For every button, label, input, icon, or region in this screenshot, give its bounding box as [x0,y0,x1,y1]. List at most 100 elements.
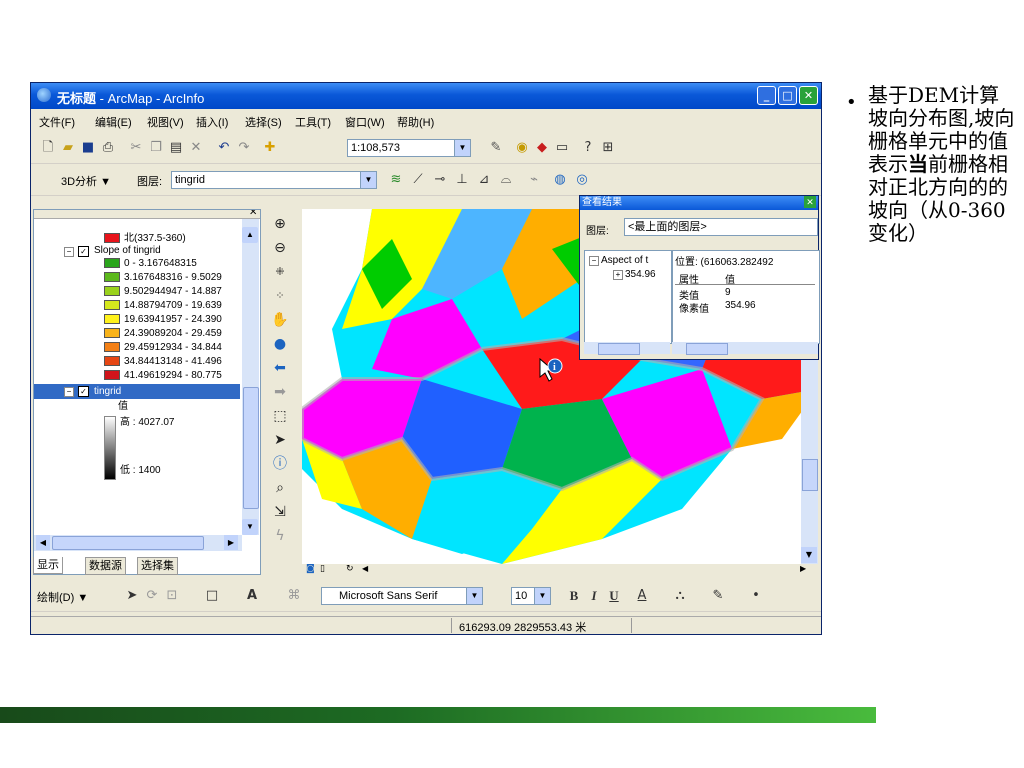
scroll-left-icon[interactable]: ◀ [36,535,50,550]
steepest-path-icon[interactable]: ⟋ [409,171,427,189]
interpolate-polygon-icon[interactable]: ⌓ [497,171,515,189]
font-color-icon[interactable]: A [633,587,651,605]
arctoolbox-icon[interactable]: ◆ [533,139,551,157]
zoom-to-selected-icon[interactable]: ⊡ [163,587,181,605]
menu-window[interactable]: 窗口(W) [345,114,385,130]
back-icon[interactable]: ⬅ [269,357,291,379]
arccatalog-icon[interactable]: ◉ [513,139,531,157]
identify-icon[interactable]: ⓘ [269,453,291,475]
undo-icon[interactable]: ↶ [215,139,233,157]
scroll-thumb[interactable] [52,536,204,550]
layer-combo[interactable]: tingrid ▼ [171,171,377,189]
layer-select[interactable]: <最上面的图层> [624,218,818,236]
chevron-down-icon[interactable]: ▼ [466,588,482,604]
menu-help[interactable]: 帮助(H) [397,114,434,130]
interpolate-line-icon[interactable]: ⊿ [475,171,493,189]
toc-vertical-scrollbar[interactable]: ▲ ▼ [242,219,259,535]
line-color-icon[interactable]: ✎ [709,587,727,605]
zoom-in-plus-icon[interactable]: ⊞ [599,139,617,157]
popup-title[interactable]: 查看结果 [580,196,818,210]
zoom-in-icon[interactable]: ⊕ [269,213,291,235]
select-elements-icon[interactable]: ➤ [123,587,141,605]
zoom-out-icon[interactable]: ⊖ [269,237,291,259]
scale-combo[interactable]: 1:108,573 ▼ [347,139,471,157]
bold-button[interactable]: B [565,587,583,605]
minimize-button[interactable]: _ [757,86,776,105]
layout-view-icon[interactable]: ▯ [320,564,325,574]
menu-view[interactable]: 视图(V) [147,114,184,130]
tree-scrollbar[interactable] [584,342,670,355]
find-icon[interactable]: ⌕ [269,477,291,499]
new-icon[interactable]: 🗋 [39,139,57,157]
draw-menu[interactable]: 绘制(D) ▼ [37,589,88,605]
collapse-icon[interactable]: − [589,256,599,266]
contour-icon[interactable]: ≋ [387,171,405,189]
italic-button[interactable]: I [585,587,603,605]
pan-icon[interactable]: ✋ [269,309,291,331]
text-icon[interactable]: A [243,587,261,605]
collapse-icon[interactable]: − [64,387,74,397]
tree-child[interactable]: 354.96 [625,269,656,280]
fill-color-icon[interactable]: ⛬ [671,587,689,605]
command-line-icon[interactable]: ▭ [553,139,571,157]
select-elements-icon[interactable]: ➤ [269,429,291,451]
layer-checkbox[interactable]: ✓ [78,246,89,257]
layer-name[interactable]: tingrid [94,385,121,398]
profile-graph-icon[interactable]: ⌁ [525,171,543,189]
whats-this-icon[interactable]: ? [579,139,597,157]
tab-selection[interactable]: 选择集 [137,557,178,575]
menu-select[interactable]: 选择(S) [245,114,282,130]
menu-tools[interactable]: 工具(T) [295,114,331,130]
tree-item[interactable]: Aspect of t [601,255,648,266]
menu-file[interactable]: 文件(F) [39,114,75,130]
attributes-scrollbar[interactable] [672,342,818,355]
line-of-sight-icon[interactable]: ⊸ [431,171,449,189]
interpolate-point-icon[interactable]: ⊥ [453,171,471,189]
scroll-down-icon[interactable]: ▼ [242,519,258,535]
tab-display[interactable]: 显示 [33,557,63,574]
fixed-zoom-in-icon[interactable]: ⁜ [269,261,291,283]
expand-icon[interactable]: + [613,270,623,280]
menu-edit[interactable]: 编辑(E) [95,114,132,130]
close-button[interactable]: ✕ [799,86,818,105]
fixed-zoom-out-icon[interactable]: ⁘ [269,285,291,307]
scroll-right-icon[interactable]: ▶ [800,564,806,573]
arcscene-icon[interactable]: ◍ [551,171,569,189]
go-to-xy-icon[interactable]: ⇲ [269,501,291,523]
refresh-icon[interactable]: ↻ [346,564,354,574]
editor-icon[interactable]: ✎ [487,139,505,157]
toc-horizontal-scrollbar[interactable]: ◀ ▶ [34,535,242,551]
scroll-right-icon[interactable]: ▶ [224,535,238,550]
font-combo[interactable]: Microsoft Sans Serif ▼ [321,587,483,605]
full-extent-icon[interactable]: ● [269,333,291,355]
chevron-down-icon[interactable]: ▼ [360,172,376,188]
analysis-menu[interactable]: 3D分析 ▼ [61,173,111,189]
add-data-icon[interactable]: ✚ [261,139,279,157]
scroll-thumb[interactable] [598,343,640,355]
rotate-icon[interactable]: ⟳ [143,587,161,605]
copy-icon[interactable]: ❐ [147,139,165,157]
font-size-combo[interactable]: 10 ▼ [511,587,551,605]
collapse-icon[interactable]: − [64,247,74,257]
tab-source[interactable]: 数据源 [85,557,126,575]
layer-checkbox[interactable]: ✓ [78,386,89,397]
callout-icon[interactable]: ⌘ [285,587,303,605]
paste-icon[interactable]: ▤ [167,139,185,157]
menu-insert[interactable]: 插入(I) [196,114,228,130]
arcglobe-icon[interactable]: ◎ [573,171,591,189]
scroll-left-icon[interactable]: ◀ [362,564,368,573]
print-icon[interactable]: ⎙ [99,139,117,157]
scroll-thumb[interactable] [686,343,728,355]
rectangle-icon[interactable]: □ [203,587,221,605]
scroll-thumb[interactable] [802,459,818,491]
cut-icon[interactable]: ✂ [127,139,145,157]
scroll-thumb[interactable] [243,387,259,509]
close-icon[interactable]: ✕ [249,210,257,218]
scroll-down-icon[interactable]: ▼ [801,547,817,563]
close-icon[interactable]: ✕ [804,196,816,208]
delete-icon[interactable]: ✕ [187,139,205,157]
chevron-down-icon[interactable]: ▼ [454,140,470,156]
lightning-icon[interactable]: ϟ [269,525,291,547]
title-bar[interactable]: 无标题 - ArcMap - ArcInfo _ □ ✕ [31,83,821,109]
redo-icon[interactable]: ↷ [235,139,253,157]
